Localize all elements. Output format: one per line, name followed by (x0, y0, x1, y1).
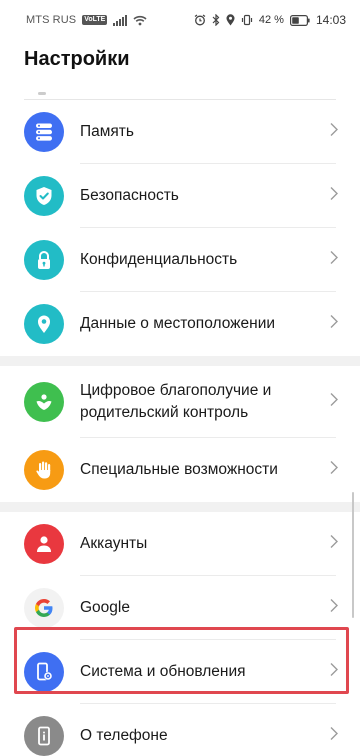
settings-item-location[interactable]: Данные о местоположении (0, 292, 360, 356)
clock: 14:03 (315, 13, 346, 27)
chevron-right-icon (330, 393, 338, 412)
chevron-right-icon (330, 461, 338, 480)
settings-item-label: Google (80, 599, 130, 616)
status-left: MTS RUS VoLTE (26, 14, 147, 26)
scrolled-item-edge (38, 92, 46, 95)
bluetooth-icon (212, 14, 220, 26)
location-icon (226, 14, 235, 26)
digital-wellbeing-icon (24, 382, 64, 422)
carrier-name: MTS RUS (26, 14, 77, 26)
location-pin-icon (24, 304, 64, 344)
battery-percent: 42 % (258, 14, 284, 26)
volte-badge: VoLTE (82, 15, 108, 25)
settings-item-label: Конфиденциальность (80, 251, 238, 268)
storage-icon (24, 112, 64, 152)
settings-item-label: Система и обновления (80, 663, 246, 680)
chevron-right-icon (330, 535, 338, 554)
settings-item-label: Специальные возможности (80, 461, 278, 478)
chevron-right-icon (330, 251, 338, 270)
group-separator (0, 356, 360, 366)
settings-item-label: Безопасность (80, 187, 179, 204)
hand-icon (24, 450, 64, 490)
wifi-icon (133, 15, 147, 26)
settings-item-label: Данные о местоположении (80, 315, 276, 332)
chevron-right-icon (330, 123, 338, 142)
status-bar: MTS RUS VoLTE 42 % 14:03 (0, 0, 360, 40)
scrollbar[interactable] (352, 492, 354, 618)
settings-item-security[interactable]: Безопасность (0, 164, 360, 228)
system-phone-gear-icon (24, 652, 64, 692)
settings-item-label: Аккаунты (80, 535, 148, 552)
alarm-icon (194, 14, 206, 26)
settings-item-label: О телефоне (80, 727, 168, 744)
settings-item-storage[interactable]: Память (0, 100, 360, 164)
settings-item-digital-wellbeing[interactable]: Цифровое благополучие и родительский кон… (0, 366, 360, 438)
chevron-right-icon (330, 599, 338, 618)
settings-item-system-updates[interactable]: Система и обновления (0, 640, 360, 704)
group-separator (0, 502, 360, 512)
lock-icon (24, 240, 64, 280)
settings-item-privacy[interactable]: Конфиденциальность (0, 228, 360, 292)
chevron-right-icon (330, 315, 338, 334)
settings-item-about-phone[interactable]: О телефоне (0, 704, 360, 756)
battery-icon (289, 14, 310, 26)
chevron-right-icon (330, 727, 338, 746)
google-icon (24, 588, 64, 628)
page-title: Настройки (24, 48, 130, 70)
settings-item-accounts[interactable]: Аккаунты (0, 512, 360, 576)
user-icon (24, 524, 64, 564)
shield-icon (24, 176, 64, 216)
signal-icon (113, 14, 128, 26)
phone-info-icon (24, 716, 64, 756)
status-right: 42 % 14:03 (194, 13, 346, 27)
settings-item-google[interactable]: Google (0, 576, 360, 640)
settings-item-accessibility[interactable]: Специальные возможности (0, 438, 360, 502)
settings-item-label: Память (80, 123, 134, 140)
chevron-right-icon (330, 663, 338, 682)
vibrate-icon (241, 14, 253, 26)
chevron-right-icon (330, 187, 338, 206)
settings-list[interactable]: Память Безопасность Конфиденциальность Д… (0, 100, 360, 756)
settings-item-label: Цифровое благополучие и родительский кон… (80, 382, 272, 421)
